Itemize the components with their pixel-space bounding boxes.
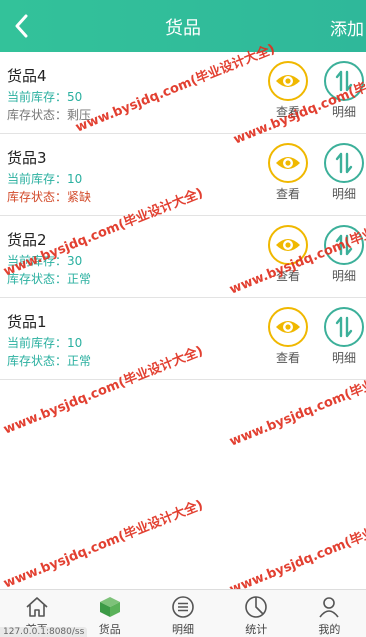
detail-button[interactable]: 明细: [322, 307, 366, 366]
goods-name: 货品4: [7, 67, 47, 85]
status-text: 库存状态：正常: [7, 354, 92, 368]
goods-name: 货品1: [7, 313, 47, 331]
goods-name: 货品3: [7, 149, 47, 167]
user-icon: [316, 594, 342, 620]
add-button[interactable]: 添加: [330, 15, 364, 40]
status-url: 127.0.0.1:8080/ss: [0, 627, 88, 637]
eye-icon: [276, 321, 300, 333]
view-circle: [268, 61, 308, 101]
view-circle: [268, 307, 308, 347]
page-title: 货品: [165, 18, 201, 39]
view-button[interactable]: 查看: [266, 307, 310, 366]
stock-text: 当前库存：10: [7, 172, 83, 186]
transfer-arrows-icon: [335, 152, 353, 174]
header-bar: 货品 添加: [0, 0, 366, 52]
transfer-arrows-icon: [335, 316, 353, 338]
tab-label: 统计: [245, 623, 268, 636]
view-label: 查看: [275, 187, 300, 201]
status-text: 库存状态：紧缺: [7, 190, 92, 204]
detail-circle: [324, 307, 364, 347]
home-icon: [24, 594, 50, 620]
tab-label: 我的: [318, 623, 341, 636]
stock-text: 当前库存：10: [7, 336, 83, 350]
detail-circle: [324, 143, 364, 183]
list-icon: [170, 594, 196, 620]
view-label: 查看: [275, 351, 300, 365]
watermark: www.bysjdq.com(毕业设计大全): [227, 503, 366, 598]
detail-button[interactable]: 明细: [322, 143, 366, 202]
pie-chart-icon: [243, 594, 269, 620]
tab-label: 明细: [172, 623, 194, 636]
eye-icon: [276, 157, 300, 169]
view-button[interactable]: 查看: [266, 143, 310, 202]
cube-icon: [97, 594, 123, 620]
stock-text: 当前库存：50: [7, 90, 83, 104]
tab-detail[interactable]: 明细: [146, 590, 219, 637]
eye-icon: [276, 75, 300, 87]
detail-label: 明细: [331, 187, 356, 201]
list-item: 货品1 当前库存：10 库存状态：正常 查看 明细: [0, 298, 366, 380]
watermark: www.bysjdq.com(毕业设计大全): [1, 497, 206, 592]
tab-stats[interactable]: 统计: [220, 590, 293, 637]
detail-label: 明细: [331, 351, 356, 365]
app: 货品 添加 货品4 当前库存：50 库存状态：剩压 查看 明细 货品3 当前库存…: [0, 0, 366, 637]
view-circle: [268, 143, 308, 183]
detail-label: 明细: [331, 269, 356, 283]
tab-mine[interactable]: 我的: [293, 590, 366, 637]
